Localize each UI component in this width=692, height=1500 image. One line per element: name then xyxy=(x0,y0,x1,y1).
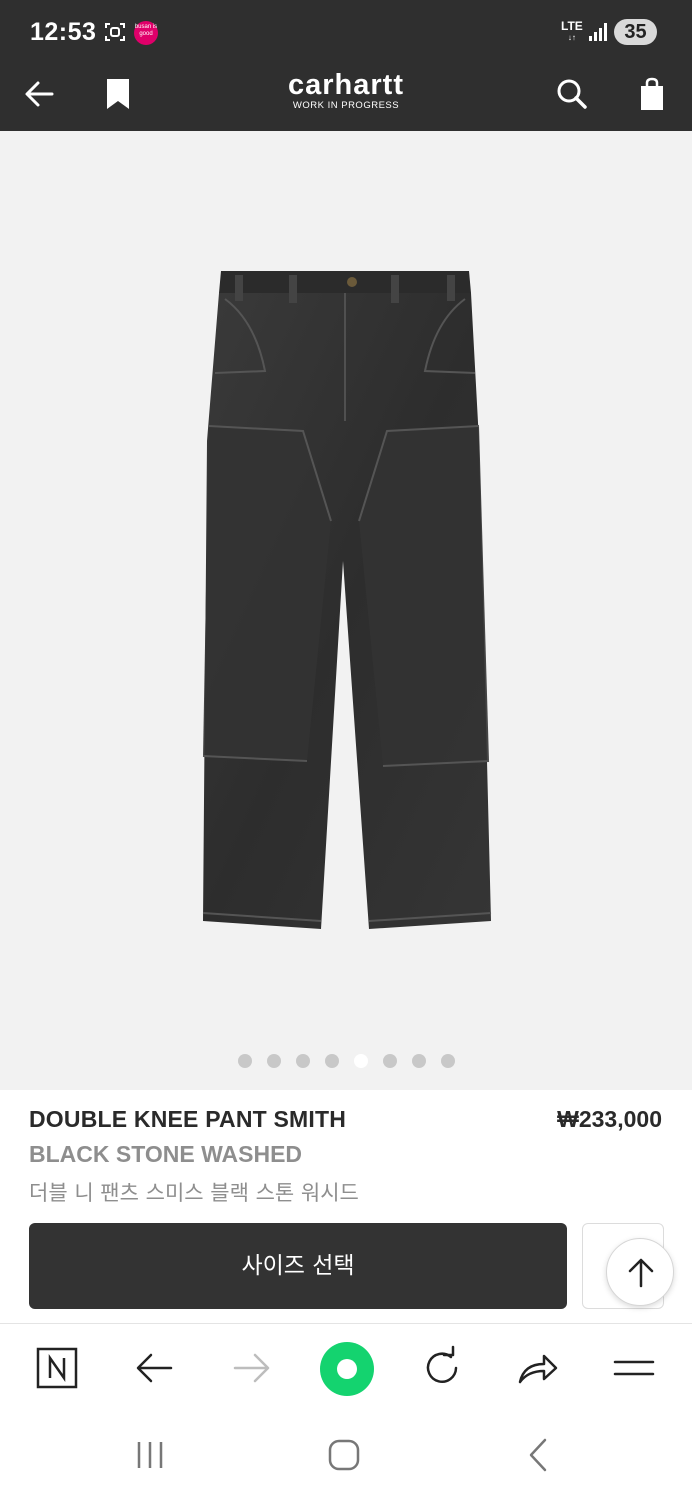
product-image[interactable] xyxy=(195,261,495,931)
system-back-icon[interactable] xyxy=(516,1435,560,1475)
home-button-icon[interactable] xyxy=(322,1435,366,1475)
pagination-dot[interactable] xyxy=(237,1054,252,1068)
product-name: DOUBLE KNEE PANT SMITH xyxy=(29,1106,347,1132)
app-badge-label: busan is good xyxy=(134,24,158,37)
status-time: 12:53 xyxy=(30,18,97,46)
network-indicator: LTE ↓↑ xyxy=(561,19,583,42)
pagination-dot[interactable] xyxy=(411,1054,426,1068)
status-bar: 12:53 busan is good LTE ↓↑ 35 xyxy=(0,0,692,62)
logo-main-text: carhartt xyxy=(288,69,404,101)
product-korean-name: 더블 니 팬츠 스미스 블랙 스톤 워시드 xyxy=(29,1181,359,1205)
gallery-pagination[interactable] xyxy=(0,1054,692,1070)
system-navigation-bar xyxy=(0,1413,692,1500)
home-green-icon[interactable] xyxy=(320,1342,374,1396)
logo-sub-text: WORK IN PROGRESS xyxy=(292,100,400,111)
naver-n-icon[interactable] xyxy=(33,1344,81,1392)
signal-icon xyxy=(589,23,607,41)
app-notification-icon: busan is good xyxy=(134,21,158,45)
search-icon[interactable] xyxy=(552,74,592,114)
pagination-dot-active[interactable] xyxy=(353,1054,368,1068)
battery-indicator: 35 xyxy=(614,19,657,45)
browser-back-icon[interactable] xyxy=(131,1344,179,1392)
bookmark-icon[interactable] xyxy=(100,74,136,114)
pagination-dot[interactable] xyxy=(266,1054,281,1068)
back-arrow-icon[interactable] xyxy=(20,74,60,114)
network-label: LTE xyxy=(561,19,583,33)
screen-capture-icon xyxy=(105,23,125,41)
share-icon[interactable] xyxy=(514,1344,562,1392)
product-price: ₩233,000 xyxy=(557,1106,662,1132)
pagination-dot[interactable] xyxy=(295,1054,310,1068)
arrow-up-icon xyxy=(628,1258,654,1288)
pagination-dot[interactable] xyxy=(382,1054,397,1068)
browser-forward-icon[interactable] xyxy=(227,1344,275,1392)
pagination-dot[interactable] xyxy=(324,1054,339,1068)
product-color: BLACK STONE WASHED xyxy=(29,1141,303,1167)
refresh-icon[interactable] xyxy=(418,1344,466,1392)
size-select-button[interactable]: 사이즈 선택 xyxy=(29,1223,567,1309)
browser-toolbar xyxy=(0,1323,692,1413)
recent-apps-icon[interactable] xyxy=(128,1435,172,1475)
menu-icon[interactable] xyxy=(610,1344,658,1392)
shopping-bag-icon[interactable] xyxy=(632,74,672,114)
app-header: carhartt WORK IN PROGRESS xyxy=(0,62,692,131)
pagination-dot[interactable] xyxy=(440,1054,455,1068)
brand-logo[interactable]: carhartt WORK IN PROGRESS xyxy=(260,68,432,111)
scroll-to-top-button[interactable] xyxy=(606,1238,674,1306)
product-gallery[interactable] xyxy=(0,131,692,1090)
